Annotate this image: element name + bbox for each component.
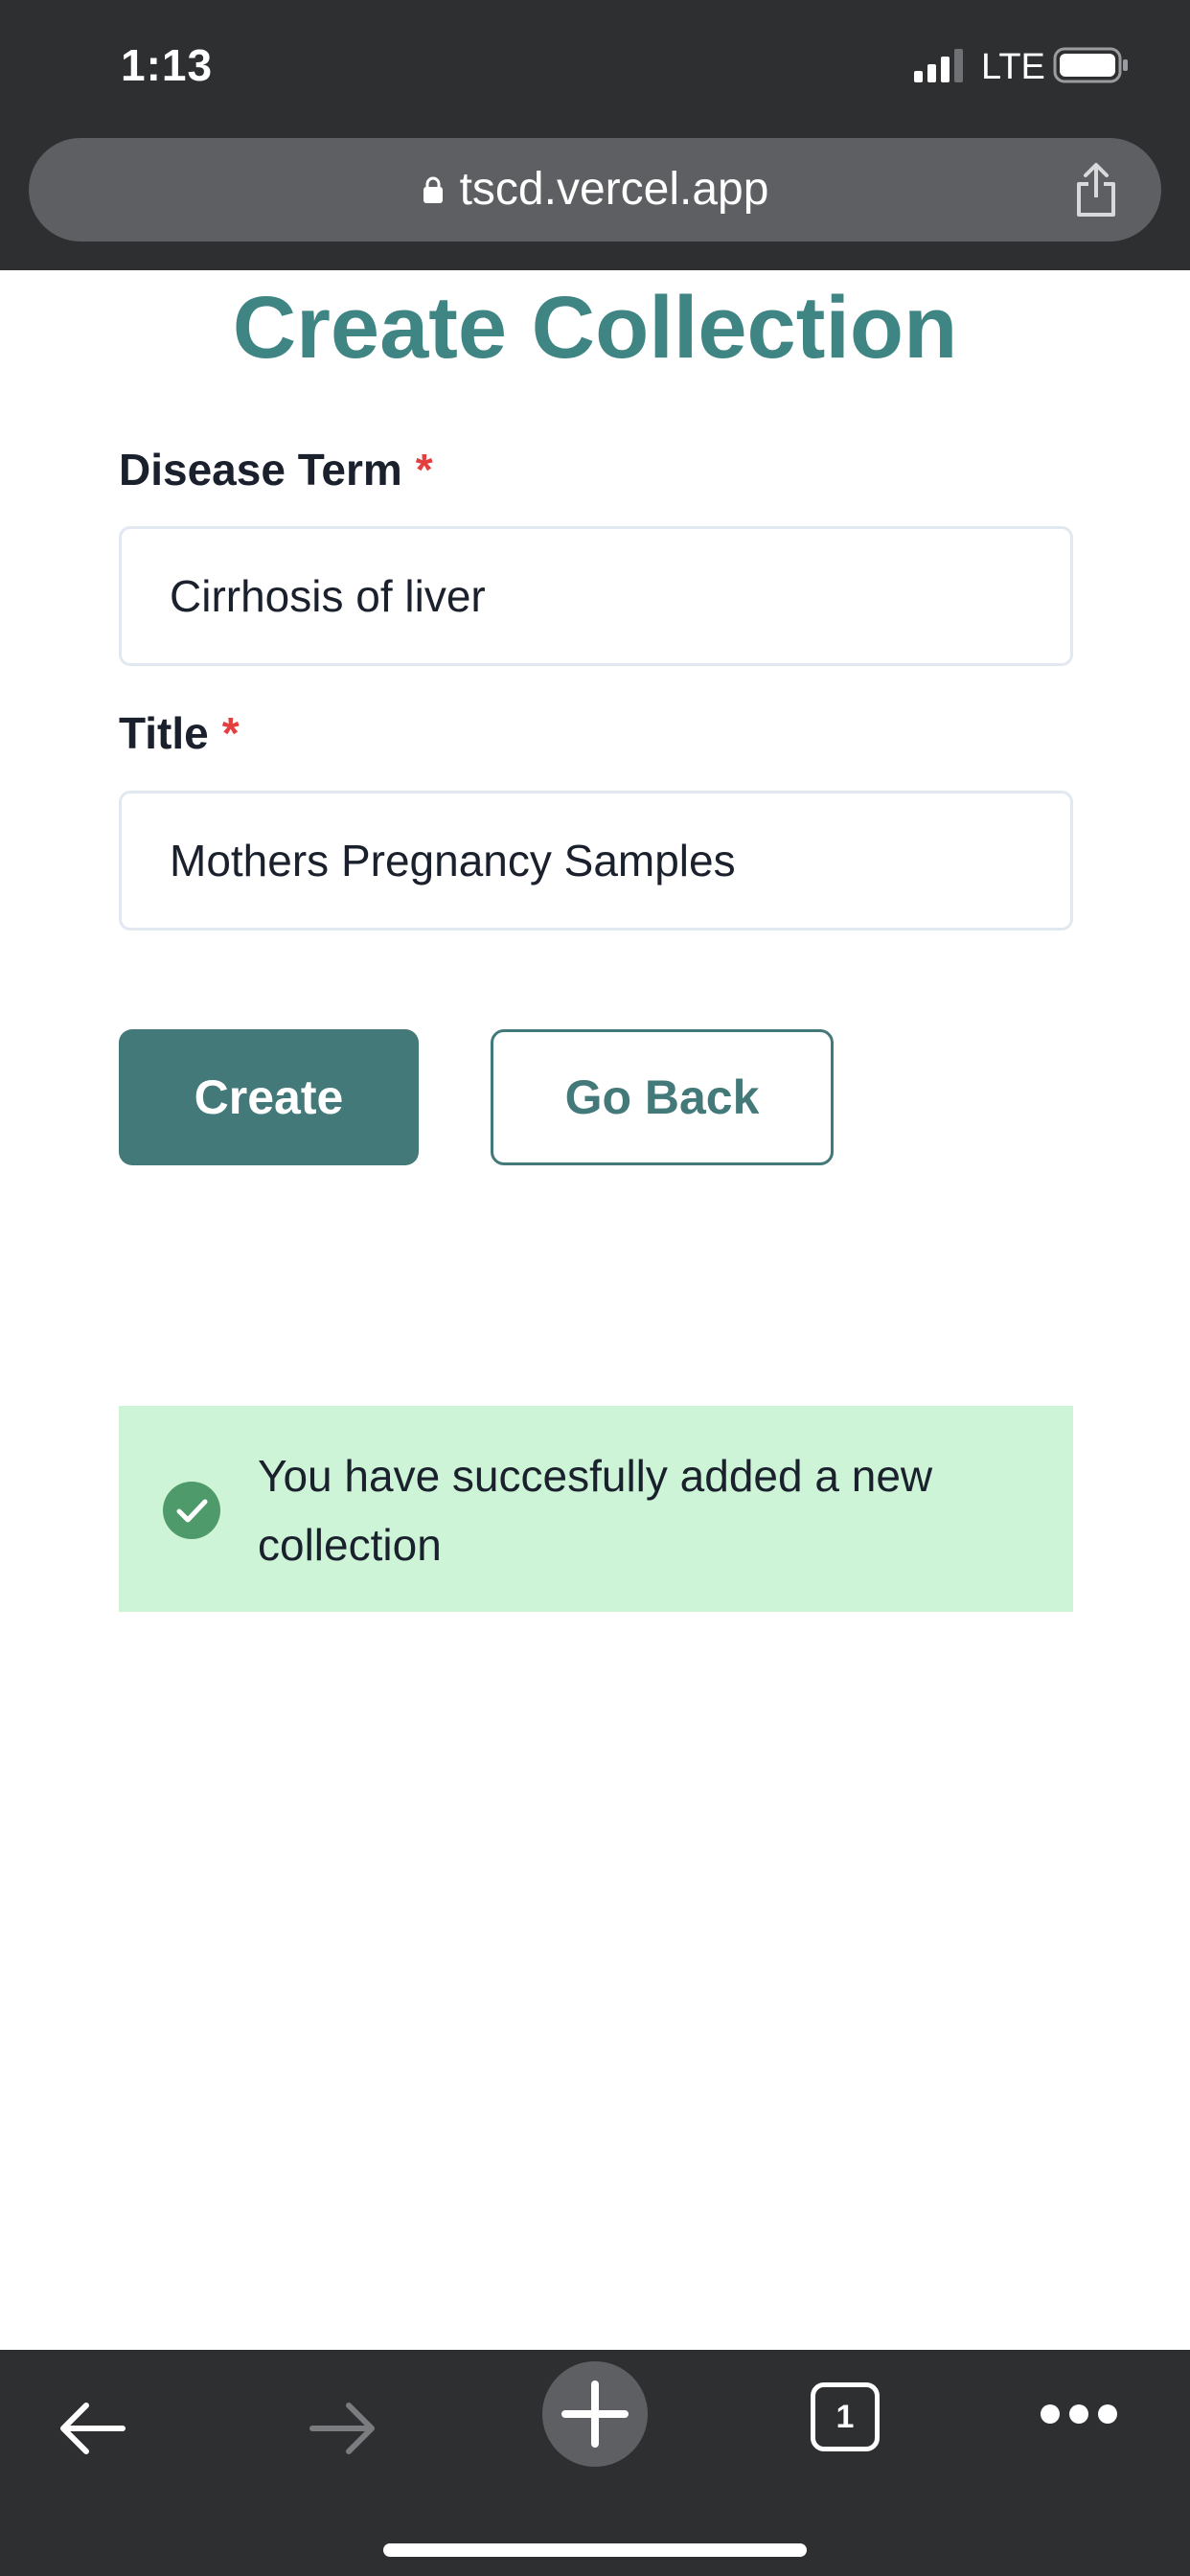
page-title: Create Collection xyxy=(232,279,958,377)
success-alert: You have succesfully added a new collect… xyxy=(119,1406,1073,1612)
new-tab-icon[interactable] xyxy=(542,2361,648,2467)
share-icon[interactable] xyxy=(1073,161,1119,218)
alert-message: You have succesfully added a new collect… xyxy=(258,1451,933,1570)
disease-term-input[interactable]: Cirrhosis of liver xyxy=(119,526,1073,666)
more-icon[interactable] xyxy=(1039,2400,1119,2428)
browser-top-bar: 1:13 LTE tscd.vercel.app xyxy=(0,0,1190,270)
browser-bottom-toolbar: 1 xyxy=(0,2350,1190,2576)
create-button[interactable]: Create xyxy=(119,1029,419,1165)
battery-icon xyxy=(1053,47,1128,83)
home-indicator xyxy=(383,2543,807,2557)
title-input[interactable]: Mothers Pregnancy Samples xyxy=(119,791,1073,931)
title-label: Title * xyxy=(119,704,240,762)
lock-icon xyxy=(423,176,443,203)
go-back-button[interactable]: Go Back xyxy=(491,1029,834,1165)
required-marker: * xyxy=(221,708,240,758)
signal-icon xyxy=(914,49,963,82)
tabs-icon[interactable]: 1 xyxy=(811,2382,880,2451)
network-type: LTE xyxy=(981,47,1045,87)
title-label-text: Title xyxy=(119,708,209,758)
forward-arrow-icon[interactable] xyxy=(305,2390,381,2467)
check-circle-icon xyxy=(163,1482,220,1539)
back-arrow-icon[interactable] xyxy=(54,2390,130,2467)
disease-term-label: Disease Term * xyxy=(119,441,433,498)
address-bar[interactable]: tscd.vercel.app xyxy=(29,138,1161,242)
required-marker: * xyxy=(415,445,433,494)
tab-count: 1 xyxy=(835,2398,855,2435)
url-text: tscd.vercel.app xyxy=(459,164,769,215)
disease-term-label-text: Disease Term xyxy=(119,445,402,494)
status-time: 1:13 xyxy=(121,40,214,90)
